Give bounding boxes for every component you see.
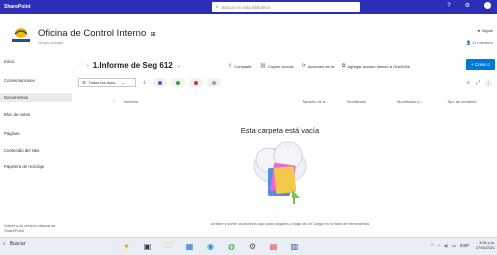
nav-item-conversaciones[interactable]: Conversaciones — [4, 78, 68, 83]
nav-item-inicio[interactable]: Inicio — [4, 59, 68, 64]
nav-item-bloc-de-notas[interactable]: Bloc de notas — [4, 112, 68, 117]
task-view-icon[interactable]: ▣ — [141, 240, 154, 253]
column-header-row: 🗋 Nombre Tamaño de a... Modificado Modif… — [112, 98, 497, 107]
empty-state-title: Esta carpeta está vacía — [240, 126, 320, 135]
store-icon[interactable]: ▦ — [183, 240, 196, 253]
chevron-down-icon: ⌄ — [121, 80, 125, 85]
view-icon: ☰ — [82, 80, 86, 85]
column-modified[interactable]: Modificado — [347, 99, 366, 104]
explorer-icon[interactable]: 🗀 — [162, 240, 175, 253]
filter-pane-icon[interactable]: ≡ — [467, 80, 470, 87]
column-content-type[interactable]: Tipo de contenid — [447, 99, 476, 104]
breadcrumb: 🗀 › 1.Informe de Seg 612 ⌄ — [78, 61, 181, 70]
empty-folder-illustration — [253, 141, 307, 204]
breadcrumb-current[interactable]: 1.Informe de Seg 612 — [93, 61, 173, 70]
site-info-icon[interactable]: ⊞ — [149, 32, 156, 38]
filter-pill-more[interactable] — [207, 78, 222, 87]
filter-pill-red[interactable] — [189, 78, 204, 87]
chevron-down-icon[interactable]: ⌄ — [177, 63, 181, 69]
search-icon: ⌕ — [216, 4, 219, 10]
copy-link-button[interactable]: ⛓ Copiar vínculo — [260, 63, 294, 69]
nav-item-documentos[interactable]: Documentos — [0, 93, 72, 102]
left-nav: Inicio Conversaciones Documentos Bloc de… — [0, 59, 72, 237]
settings-icon[interactable]: ⚙ — [465, 2, 470, 9]
taskbar-search[interactable]: ⌕ Buscar — [3, 241, 25, 247]
info-icon[interactable]: ⓘ — [486, 80, 491, 87]
nav-item-contenido[interactable]: Contenido del sitio — [4, 148, 68, 153]
suite-icons: ? ⚙ — [447, 2, 491, 9]
language-indicator[interactable]: ESP — [460, 243, 469, 249]
flow-button[interactable]: ⟳ Acciones de la — [302, 63, 334, 69]
edge-icon[interactable]: ◉ — [204, 240, 217, 253]
chrome-icon[interactable]: ◍ — [225, 240, 238, 253]
taskbar-apps: ✦ ▣ 🗀 ▦ ◉ ◍ ⚙ ▤ ▥ — [120, 240, 301, 253]
battery-icon[interactable]: ▭ — [452, 243, 456, 249]
expand-icon[interactable]: ⤢ — [476, 80, 480, 87]
shortcut-button[interactable]: ⧉ Agregar acceso directo a OneDrive — [342, 63, 410, 69]
site-title: Oficina de Control Interno ⊞ — [38, 28, 156, 39]
clock[interactable]: 3:05 p.m. 27/04/2021 — [476, 241, 495, 251]
network-icon[interactable]: ◔ — [437, 243, 440, 249]
filter-icon[interactable]: ⏚ — [142, 79, 147, 86]
new-button[interactable]: + Crear o — [466, 59, 495, 70]
system-tray: ^ ◔ ◂) ▭ ESP — [431, 243, 469, 249]
empty-state-message: Arrastre y suelte los archivos aquí para… — [210, 222, 370, 226]
nav-item-paginas[interactable]: Páginas — [4, 131, 68, 136]
help-icon[interactable]: ? — [447, 3, 450, 9]
onenote-icon[interactable]: ▤ — [267, 240, 280, 253]
column-name[interactable]: Nombre — [124, 99, 138, 104]
nav-item-papelera[interactable]: Papelera de reciclaje — [4, 164, 68, 169]
flow-icon: ⟳ — [301, 63, 306, 69]
filter-pill-green[interactable] — [171, 78, 186, 87]
command-bar: ⇪ Compartir ⛓ Copiar vínculo ⟳ Acciones de … — [228, 63, 410, 69]
link-icon: ⛓ — [259, 63, 267, 69]
follow-button[interactable]: ★ Siguie — [477, 28, 493, 33]
taskbar: ⌕ Buscar ✦ ▣ 🗀 ▦ ◉ ◍ ⚙ ▤ ▥ ^ ◔ ◂) ▭ ESP … — [0, 237, 497, 255]
search-input[interactable]: ⌕ Buscar en esta biblioteca — [212, 2, 360, 12]
app-brand[interactable]: SharePoint — [4, 4, 30, 10]
spark-icon[interactable]: ✦ — [120, 240, 133, 253]
word-icon[interactable]: ▥ — [288, 240, 301, 253]
view-tools: ≡ ⤢ ⓘ — [467, 80, 491, 87]
settings-icon[interactable]: ⚙ — [246, 240, 259, 253]
shortcut-icon: ⧉ — [341, 63, 346, 69]
site-subtitle: Grupo privado — [38, 40, 64, 45]
chevron-up-icon[interactable]: ^ — [431, 243, 433, 249]
share-icon: ⇪ — [228, 63, 233, 69]
column-modified-by[interactable]: Modificado p... — [397, 99, 423, 104]
classic-view-link[interactable]: Volver a la versión clásica de SharePoin… — [4, 223, 68, 233]
filter-pill-blue[interactable] — [153, 78, 168, 87]
filter-pills — [153, 78, 222, 87]
view-row: ☰ Todos los docu... ⌄ ⏚ — [78, 78, 222, 87]
view-selector[interactable]: ☰ Todos los docu... ⌄ — [78, 78, 136, 87]
volume-icon[interactable]: ◂) — [444, 243, 448, 249]
chevron-right-icon: › — [87, 62, 89, 69]
clock-date: 27/04/2021 — [475, 246, 495, 250]
site-logo — [12, 28, 30, 42]
column-size[interactable]: Tamaño de a... — [302, 99, 328, 104]
search-icon: ⌕ — [3, 241, 6, 247]
folder-icon: 🗀 — [78, 61, 84, 68]
search-placeholder: Buscar en esta biblioteca — [221, 4, 270, 10]
file-type-icon: 🗋 — [112, 99, 116, 104]
members-button[interactable]: 👤 11 miembro — [466, 40, 493, 45]
share-button[interactable]: ⇪ Compartir — [228, 63, 252, 69]
avatar[interactable] — [484, 2, 491, 9]
